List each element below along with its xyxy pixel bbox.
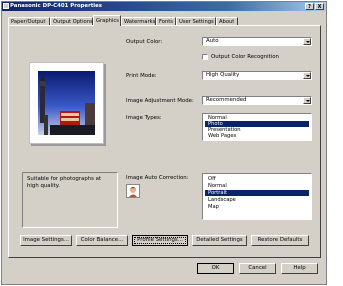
print-mode-label: Print Mode:: [126, 73, 157, 79]
tab-output-options[interactable]: Output Options: [50, 17, 93, 25]
auto-correction-list[interactable]: Off Normal Portrait Landscape Map: [202, 173, 312, 220]
detailed-settings-button[interactable]: Detailed Settings: [192, 235, 247, 246]
close-icon[interactable]: X: [315, 3, 324, 10]
image-adjustment-select[interactable]: Recommended: [202, 96, 312, 105]
chevron-down-icon[interactable]: [303, 38, 311, 45]
image-types-label: Image Types:: [126, 115, 162, 121]
list-item[interactable]: Web Pages: [205, 133, 309, 139]
description-box: Suitable for photographs at high quality…: [22, 172, 118, 228]
list-item[interactable]: Landscape: [205, 197, 309, 203]
image-adjustment-label: Image Adjustment Mode:: [126, 98, 194, 104]
portrait-icon: [126, 184, 140, 198]
list-item[interactable]: Portrait: [205, 190, 309, 196]
properties-dialog: Panasonic DP-C401 Properties ? X Paper/O…: [1, 1, 327, 285]
output-color-value: Auto: [206, 38, 219, 44]
output-color-label: Output Color:: [126, 39, 163, 45]
print-preview: [29, 62, 104, 144]
profile-settings-button[interactable]: Profile Settings...: [132, 235, 188, 246]
print-mode-select[interactable]: High Quality: [202, 71, 312, 80]
chevron-down-icon[interactable]: [303, 97, 311, 104]
tab-about[interactable]: About: [216, 17, 238, 25]
list-item[interactable]: Normal: [205, 183, 309, 189]
color-recognition-checkbox[interactable]: [202, 54, 208, 60]
cancel-button[interactable]: Cancel: [239, 263, 276, 274]
image-settings-button[interactable]: Image Settings...: [20, 235, 72, 246]
image-types-list[interactable]: Normal Photo Presentation Web Pages: [202, 113, 312, 141]
print-mode-value: High Quality: [206, 72, 240, 78]
image-adjustment-value: Recommended: [206, 97, 247, 103]
tab-watermarks[interactable]: Watermarks: [121, 17, 156, 25]
tab-user-settings[interactable]: User Settings: [176, 17, 216, 25]
color-recognition-label: Output Color Recognition: [211, 54, 279, 60]
ok-button[interactable]: OK: [197, 263, 234, 274]
tab-fonts[interactable]: Fonts: [156, 17, 176, 25]
output-color-select[interactable]: Auto: [202, 37, 312, 46]
help-button[interactable]: Help: [281, 263, 318, 274]
restore-defaults-button[interactable]: Restore Defaults: [251, 235, 309, 246]
window-title: Panasonic DP-C401 Properties: [10, 3, 103, 9]
auto-correction-label: Image Auto Correction:: [126, 175, 189, 181]
printer-icon: [3, 3, 9, 9]
tab-graphics[interactable]: Graphics: [93, 15, 121, 26]
photo-preview-image: [38, 71, 95, 135]
title-bar[interactable]: Panasonic DP-C401 Properties ? X: [2, 2, 326, 11]
list-item[interactable]: Off: [205, 176, 309, 182]
color-balance-button[interactable]: Color Balance...: [76, 235, 128, 246]
graphics-tab-page: Suitable for photographs at high quality…: [8, 25, 321, 258]
description-text: Suitable for photographs at high quality…: [27, 176, 102, 189]
list-item[interactable]: Map: [205, 204, 309, 210]
tab-paper-output[interactable]: Paper/Output: [8, 17, 50, 25]
help-title-button[interactable]: ?: [305, 3, 314, 10]
chevron-down-icon[interactable]: [303, 72, 311, 79]
